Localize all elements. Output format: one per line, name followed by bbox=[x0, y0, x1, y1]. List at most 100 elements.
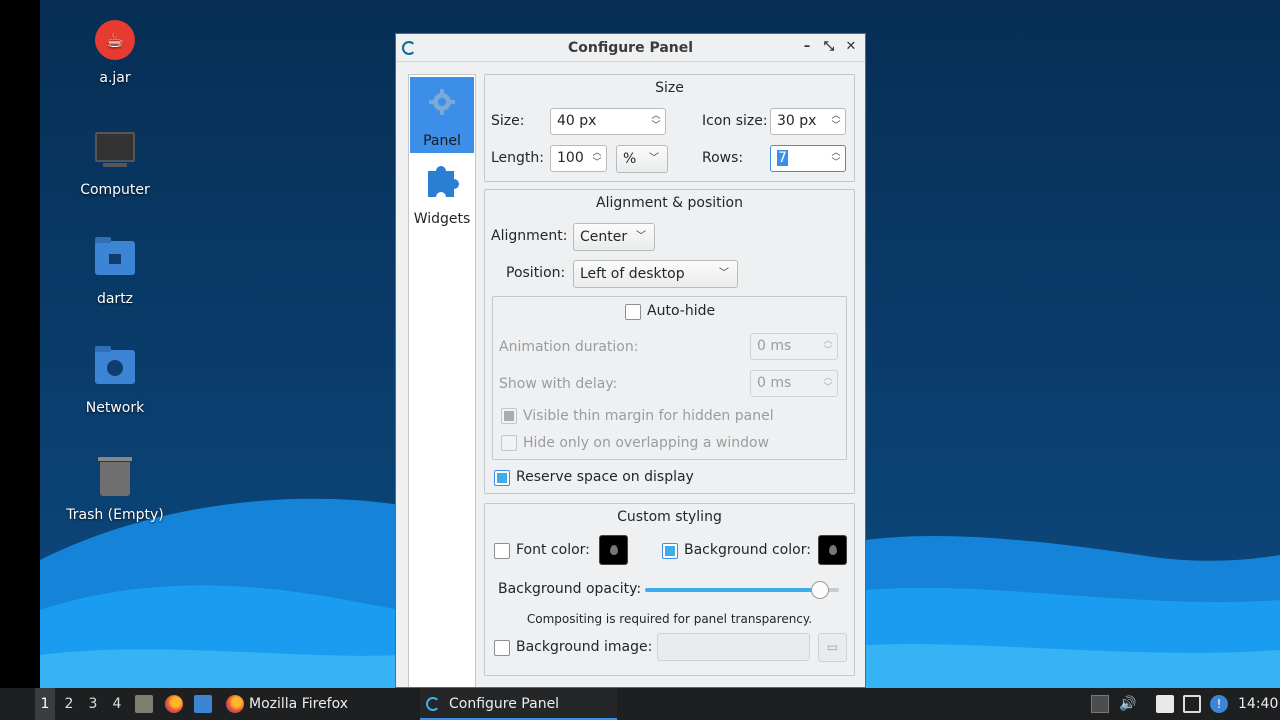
workspace-1[interactable]: 1 bbox=[35, 688, 55, 720]
home-folder-icon bbox=[93, 237, 137, 285]
autohide-checkbox[interactable] bbox=[625, 304, 641, 320]
sidebar-item-label: Widgets bbox=[413, 211, 471, 227]
compositing-note: Compositing is required for panel transp… bbox=[526, 612, 813, 626]
spin-up-icon[interactable]: ︿ bbox=[591, 148, 603, 158]
network-folder-icon bbox=[93, 346, 137, 394]
show-desktop-icon[interactable] bbox=[194, 695, 212, 713]
clock[interactable]: 14:40 bbox=[1238, 688, 1278, 720]
length-label: Length: bbox=[491, 150, 545, 166]
spin-down-icon[interactable]: ﹀ bbox=[591, 158, 603, 168]
animation-duration-value: 0 ms bbox=[757, 338, 792, 354]
browse-image-button[interactable]: ▭ bbox=[818, 633, 847, 662]
desktop-icon-trash[interactable]: Trash (Empty) bbox=[55, 455, 175, 523]
spin-down-icon[interactable]: ﹀ bbox=[822, 383, 834, 393]
thin-margin-checkbox[interactable] bbox=[501, 408, 517, 424]
thin-margin-label: Visible thin margin for hidden panel bbox=[523, 408, 774, 424]
spin-up-icon[interactable]: ︿ bbox=[822, 373, 834, 383]
category-sidebar: Panel Widgets bbox=[408, 74, 476, 687]
background-image-path-input[interactable] bbox=[657, 633, 810, 661]
font-color-checkbox[interactable] bbox=[494, 543, 510, 559]
size-group: Size Size: 40 px ︿ ﹀ Icon size: 30 px ︿ ﹀ … bbox=[484, 74, 855, 182]
restore-button[interactable]: ⤡ bbox=[821, 38, 837, 56]
alignment-label: Alignment: bbox=[491, 228, 568, 244]
firefox-launcher-icon[interactable] bbox=[165, 695, 183, 713]
configure-panel-dialog: Configure Panel – ⤡ ✕ Panel Widgets Size… bbox=[395, 33, 866, 688]
gear-icon bbox=[429, 89, 455, 115]
animation-duration-spinbox[interactable]: 0 ms ︿ ﹀ bbox=[750, 333, 838, 360]
sidebar-item-widgets[interactable]: Widgets bbox=[410, 155, 474, 231]
group-title: Custom styling bbox=[617, 509, 722, 525]
position-label: Position: bbox=[506, 265, 566, 281]
spin-down-icon[interactable]: ﹀ bbox=[822, 346, 834, 356]
network-icon[interactable] bbox=[1183, 695, 1201, 713]
spin-down-icon[interactable]: ﹀ bbox=[830, 121, 842, 131]
custom-styling-group: Custom styling Font color: Background co… bbox=[484, 503, 855, 676]
show-delay-value: 0 ms bbox=[757, 375, 792, 391]
size-spinbox[interactable]: 40 px ︿ ﹀ bbox=[550, 108, 666, 135]
alignment-combo[interactable]: Center ﹀ bbox=[573, 223, 655, 251]
spin-up-icon[interactable]: ︿ bbox=[822, 336, 834, 346]
show-delay-spinbox[interactable]: 0 ms ︿ ﹀ bbox=[750, 370, 838, 397]
length-spinbox[interactable]: 100 ︿ ﹀ bbox=[550, 145, 607, 172]
alignment-position-group: Alignment & position Alignment: Center ﹀… bbox=[484, 189, 855, 494]
length-unit-combo[interactable]: % ﹀ bbox=[616, 145, 668, 173]
desktop-icon-label: Trash (Empty) bbox=[66, 507, 164, 523]
font-color-button[interactable] bbox=[599, 535, 628, 565]
rows-value: 7 bbox=[777, 150, 788, 166]
sidebar-item-label: Panel bbox=[423, 133, 461, 149]
workspace-3[interactable]: 3 bbox=[83, 688, 103, 720]
spin-up-icon[interactable]: ︿ bbox=[650, 111, 662, 121]
computer-icon bbox=[93, 132, 137, 176]
overlap-checkbox[interactable] bbox=[501, 435, 517, 451]
reserve-space-checkbox[interactable] bbox=[494, 470, 510, 486]
minimize-button[interactable]: – bbox=[799, 38, 815, 56]
background-color-button[interactable] bbox=[818, 535, 847, 565]
task-firefox[interactable]: Mozilla Firefox bbox=[222, 688, 402, 720]
sidebar-item-panel[interactable]: Panel bbox=[410, 77, 474, 153]
close-button[interactable]: ✕ bbox=[843, 38, 859, 56]
chevron-down-icon: ﹀ bbox=[719, 268, 729, 279]
desktop-icon-label: Network bbox=[85, 400, 145, 416]
spin-down-icon[interactable]: ﹀ bbox=[830, 158, 842, 168]
font-color-label: Font color: bbox=[516, 542, 590, 558]
file-manager-icon[interactable] bbox=[135, 695, 153, 713]
workspace-4[interactable]: 4 bbox=[107, 688, 127, 720]
desktop-icon-computer[interactable]: Computer bbox=[55, 128, 175, 198]
trash-icon bbox=[93, 457, 137, 501]
desktop-icon-ajar[interactable]: ☕ a.jar bbox=[55, 20, 175, 86]
position-combo[interactable]: Left of desktop ﹀ bbox=[573, 260, 738, 288]
slider-handle[interactable] bbox=[811, 581, 829, 599]
spin-up-icon[interactable]: ︿ bbox=[830, 148, 842, 158]
configure-icon bbox=[426, 697, 440, 711]
background-color-checkbox[interactable] bbox=[662, 543, 678, 559]
clipboard-icon[interactable] bbox=[1156, 695, 1174, 713]
background-color-label: Background color: bbox=[684, 542, 811, 558]
java-jar-icon: ☕ bbox=[93, 20, 137, 64]
group-title: Alignment & position bbox=[596, 195, 743, 211]
size-label: Size: bbox=[491, 113, 525, 129]
volume-icon[interactable]: 🔊 bbox=[1119, 695, 1137, 713]
desktop-icon-network[interactable]: Network bbox=[55, 346, 175, 416]
rows-label: Rows: bbox=[702, 150, 744, 166]
dialog-titlebar[interactable]: Configure Panel – ⤡ ✕ bbox=[396, 34, 865, 62]
desktop-icon-label: a.jar bbox=[99, 70, 131, 86]
spin-up-icon[interactable]: ︿ bbox=[830, 111, 842, 121]
background-opacity-slider[interactable] bbox=[645, 581, 839, 599]
notification-icon[interactable]: ! bbox=[1210, 695, 1228, 713]
icon-size-label: Icon size: bbox=[702, 113, 768, 129]
tray-expand-icon[interactable] bbox=[1091, 695, 1109, 713]
overlap-label: Hide only on overlapping a window bbox=[523, 435, 770, 451]
task-configure-panel[interactable]: Configure Panel bbox=[420, 688, 617, 720]
desktop-icon-label: dartz bbox=[96, 291, 134, 307]
rows-spinbox[interactable]: 7 ︿ ﹀ bbox=[770, 145, 846, 172]
workspace-2[interactable]: 2 bbox=[59, 688, 79, 720]
length-value: 100 bbox=[557, 150, 584, 166]
icon-size-spinbox[interactable]: 30 px ︿ ﹀ bbox=[770, 108, 846, 135]
desktop-icon-dartz[interactable]: dartz bbox=[55, 237, 175, 307]
task-label: Mozilla Firefox bbox=[249, 696, 349, 712]
desktop-icon-label: Computer bbox=[80, 182, 150, 198]
left-screen-strip bbox=[0, 0, 40, 688]
size-value: 40 px bbox=[557, 113, 597, 129]
spin-down-icon[interactable]: ﹀ bbox=[650, 121, 662, 131]
background-image-checkbox[interactable] bbox=[494, 640, 510, 656]
